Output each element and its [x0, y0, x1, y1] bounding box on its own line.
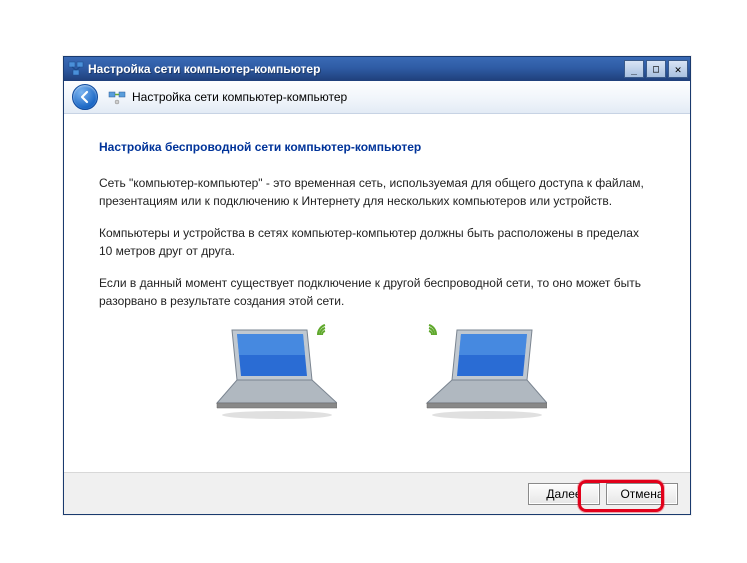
content-area: Настройка беспроводной сети компьютер-ко…: [64, 114, 690, 435]
wifi-signal-icon: [315, 321, 335, 347]
back-button[interactable]: [72, 84, 98, 110]
footer: Далее Отмена: [64, 472, 690, 514]
paragraph-1: Сеть "компьютер-компьютер" - это временн…: [99, 174, 655, 210]
close-button[interactable]: ✕: [668, 60, 688, 78]
wifi-signal-icon: [419, 321, 439, 347]
navbar-title: Настройка сети компьютер-компьютер: [132, 90, 347, 104]
cancel-button[interactable]: Отмена: [606, 483, 678, 505]
adhoc-network-icon: [108, 88, 126, 106]
navbar: Настройка сети компьютер-компьютер: [64, 81, 690, 114]
wizard-window: Настройка сети компьютер-компьютер _ □ ✕…: [63, 56, 691, 515]
minimize-button[interactable]: _: [624, 60, 644, 78]
next-button[interactable]: Далее: [528, 483, 600, 505]
window-title: Настройка сети компьютер-компьютер: [88, 62, 624, 76]
laptop-right: [417, 325, 547, 425]
paragraph-3: Если в данный момент существует подключе…: [99, 274, 655, 310]
network-icon: [68, 61, 84, 77]
titlebar[interactable]: Настройка сети компьютер-компьютер _ □ ✕: [64, 57, 690, 81]
page-heading: Настройка беспроводной сети компьютер-ко…: [99, 138, 655, 156]
laptops-illustration: [99, 325, 655, 425]
maximize-button[interactable]: □: [646, 60, 666, 78]
laptop-left: [207, 325, 337, 425]
paragraph-2: Компьютеры и устройства в сетях компьюте…: [99, 224, 655, 260]
